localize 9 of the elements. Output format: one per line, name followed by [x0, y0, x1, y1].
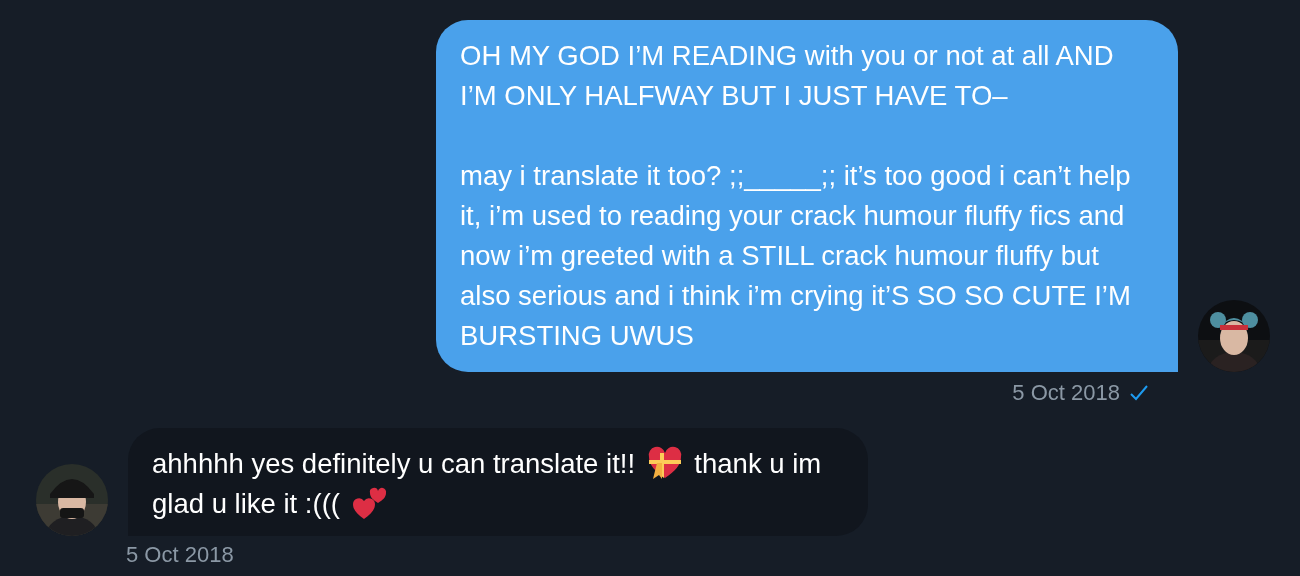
message-text: may i translate it too? ;;_____;; it’s too good i can’t help it, i’m used to reading your crack humour fluffy fics and now i’m greeted with a STILL crack humour fluffy but also serious and i think i’m crying it’S SO SO CUTE I’M BURSTING UWUS — [460, 159, 1132, 353]
two-hearts-icon — [351, 485, 388, 521]
message-text: ahhhhh yes definitely u can translate it!! — [152, 448, 636, 479]
message-text: glad u like it :((( — [152, 488, 340, 519]
message-text: OH MY GOD I’M READING with you or not at all AND I’M ONLY HALFWAY BUT I JUST HAVE TO– — [460, 39, 1115, 113]
heart-ribbon-icon — [646, 445, 683, 481]
timestamp: 5 Oct 2018 — [1012, 380, 1120, 406]
timestamp: 5 Oct 2018 — [126, 542, 234, 568]
message-text: thank u im — [694, 448, 822, 479]
